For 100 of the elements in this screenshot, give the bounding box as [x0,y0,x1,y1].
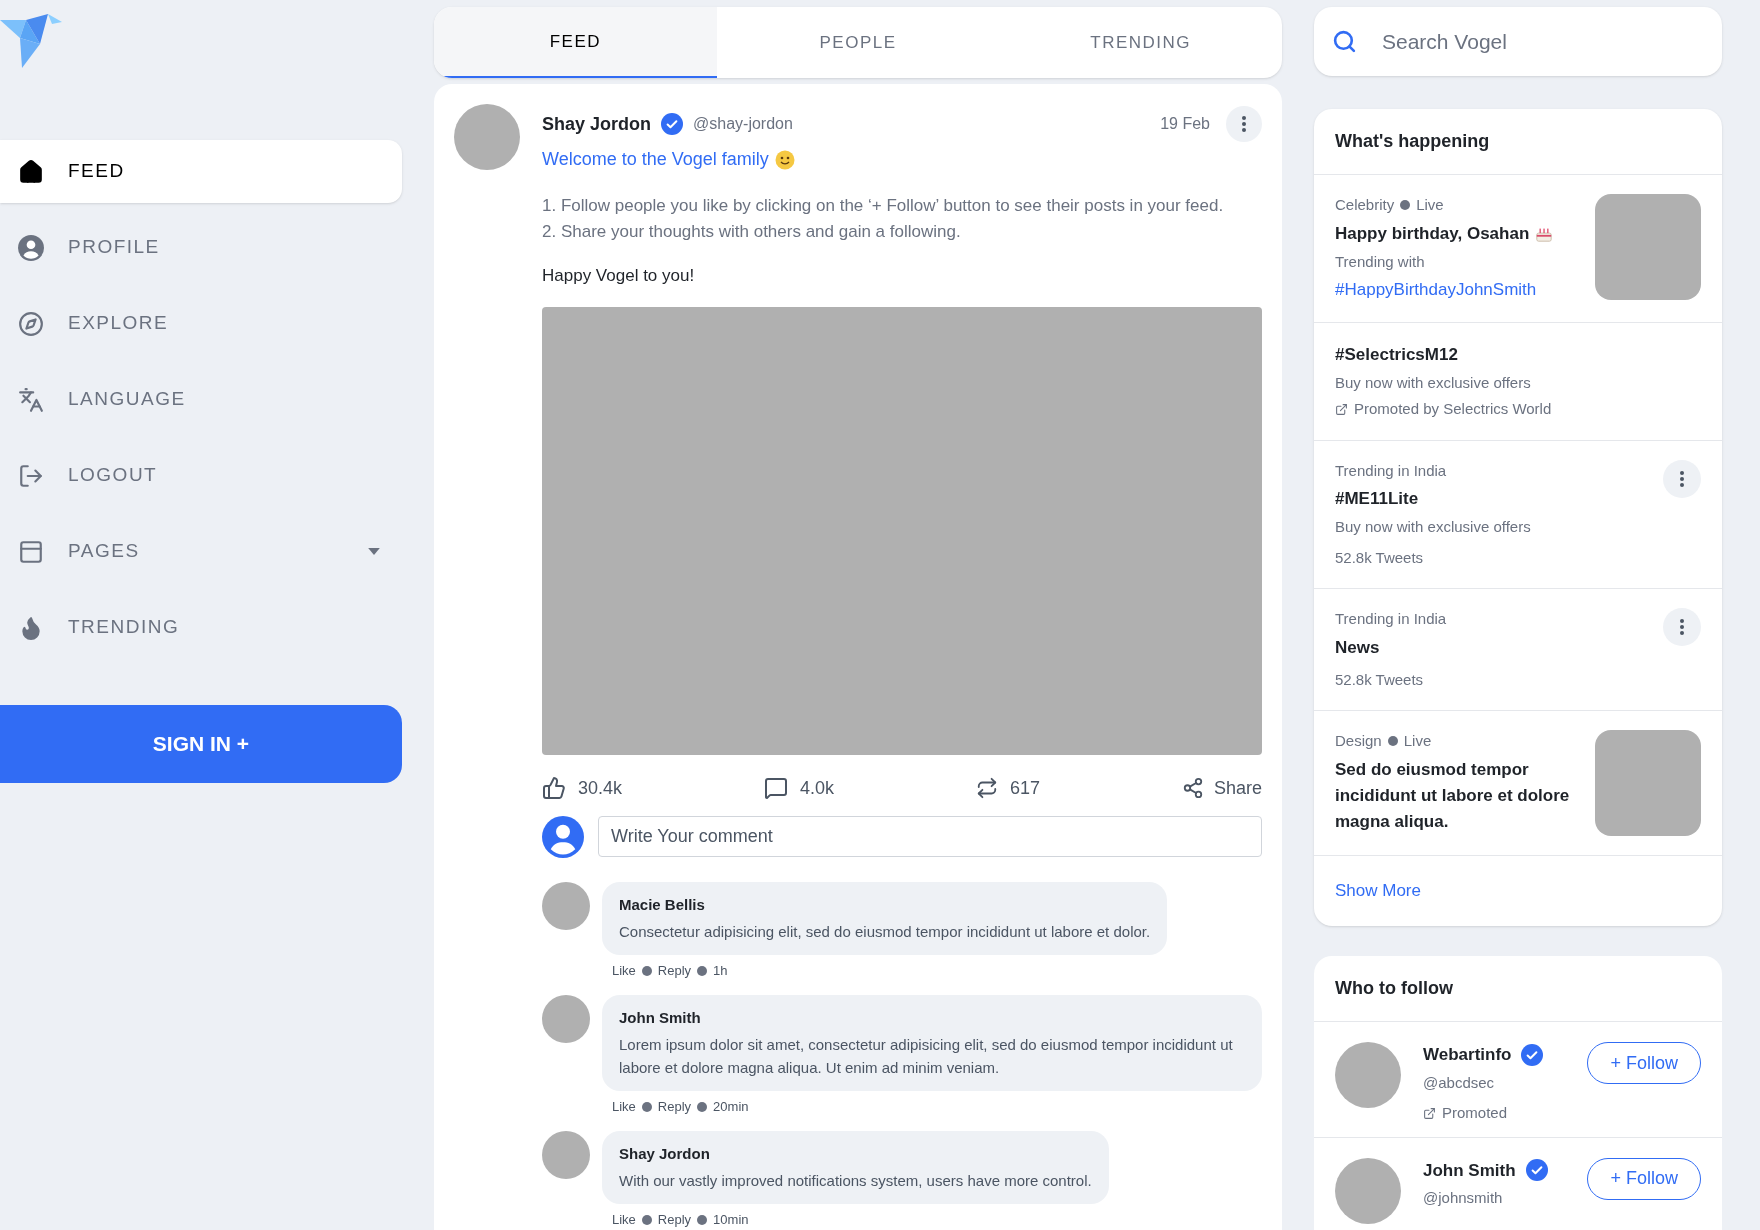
commenter-name: John Smith [619,1007,702,1028]
person-name[interactable]: Webartinfo [1423,1042,1512,1068]
tweet-count: 52.8k Tweets [1335,547,1425,568]
nav-label: LOGOUT [68,463,158,488]
post-text: 2. Share your thoughts with others and gain a following. [542,221,962,243]
show-more-link[interactable]: Show More [1335,878,1421,904]
trend-title: Sed do eiusmod tempor incididunt ut labore et dolore magna aliqua. [1335,758,1571,833]
nav-item[interactable]: LOGOUT [0,444,402,507]
like-button[interactable]: 30.4k [542,774,623,802]
nav-label: PAGES [68,539,140,564]
nav-item[interactable]: PROFILE [0,216,402,279]
trend-subtitle: Buy now with exclusive offers [1335,372,1532,393]
avatar [542,994,590,1043]
dot-separator [697,1101,708,1112]
reply-link[interactable]: Reply [657,961,692,981]
card-title: What's happening [1314,109,1722,175]
trend-title: Happy birthday, Osahan [1335,222,1530,245]
post-headline[interactable]: Welcome to the Vogel family [542,146,769,173]
trend-category: Trending in India [1335,460,1447,481]
repost-icon [975,777,998,799]
comment-time: 20min [713,1098,749,1116]
search-field[interactable]: Search Vogel [1314,7,1722,76]
comment-button[interactable]: 4.0k [764,774,834,802]
dot-separator [697,1214,708,1225]
post-text: 1. Follow people you like by clicking on the ‘+ Follow’ button to see their posts in your feed. [542,195,1225,217]
trend-category: Celebrity [1335,195,1395,215]
comment-time: 10min [713,1211,749,1229]
trend-subtitle: Trending with [1335,251,1426,272]
reply-link[interactable]: Reply [657,1210,692,1230]
more-icon [1680,470,1684,487]
nav-label: LANGUAGE [68,387,186,412]
card-title: Who to follow [1314,956,1722,1022]
smiley-icon [774,149,795,170]
share-icon [1181,777,1204,799]
hashtag-link[interactable]: #HappyBirthdayJohnSmith [1335,277,1583,303]
trend-item[interactable]: Trending in India #ME11Lite Buy now with exclusive offers 52.8k Tweets [1314,440,1722,589]
tab[interactable]: PEOPLE [716,7,1000,78]
more-button[interactable] [1663,608,1701,646]
dot-separator [641,1214,652,1225]
commenter-name: Macie Bellis [619,894,706,915]
tab[interactable]: TRENDING [999,7,1282,78]
author-name[interactable]: Shay Jordon [542,110,652,138]
nav-label: FEED [68,159,125,184]
person-name[interactable]: John Smith [1423,1157,1516,1183]
trend-item[interactable]: Design Live Sed do eiusmod tempor incididunt ut labore et dolore magna aliqua. [1314,711,1722,856]
dot-separator [641,965,652,976]
like-link[interactable]: Like [612,1097,636,1117]
trend-category: Design [1335,731,1382,751]
promoted-label: Promoted by Selectrics World [1354,399,1552,419]
comment-icon [764,776,788,800]
like-link[interactable]: Like [612,961,636,981]
trend-category: Trending in India [1335,609,1447,629]
dot-separator [1387,736,1398,747]
author-handle: @shay-jordon [693,114,793,134]
comment-text: With our vastly improved notifications system, users have more control. [619,1171,1092,1191]
search-icon [1332,29,1357,54]
comment-text: Consectetur adipisicing elit, sed do eiusmod tempor incididunt ut labore et dolor. [619,922,1151,942]
more-button[interactable] [1226,106,1262,142]
reply-link[interactable]: Reply [657,1097,692,1117]
trend-status: Live [1403,731,1432,751]
thumbs-up-icon [542,776,566,800]
browser-icon [18,538,44,565]
nav-label: EXPLORE [68,311,169,336]
trend-item[interactable]: Celebrity Live Happy birthday, Osahan Trending with #HappyBirthdayJohnSmith [1314,175,1722,323]
nav-item[interactable]: TRENDING [0,596,402,659]
more-button[interactable] [1663,459,1701,498]
trend-title: News [1335,636,1380,659]
comment-text: Lorem ipsum dolor sit amet, consectetur adipisicing elit, sed do eiusmod tempor incididunt ut labore et dolore magna aliqua. Ut enim ad minim veniam. [619,1035,1234,1078]
tab[interactable]: FEED [434,7,717,78]
post-text: Happy Vogel to you! [542,265,696,287]
dot-separator [1400,200,1411,211]
share-button[interactable]: Share [1181,774,1262,802]
more-icon [1680,619,1684,635]
person-handle: @johnsmith [1423,1188,1504,1208]
dot-separator [697,965,708,976]
caret-icon [368,548,380,555]
external-link-icon [1335,402,1348,416]
like-link[interactable]: Like [612,1210,636,1230]
nav-item[interactable]: PAGES [0,520,402,583]
sign-in-button[interactable]: SIGN IN + [0,705,402,783]
translate-icon [18,386,44,413]
trend-status: Live [1416,195,1444,215]
nav-label: TRENDING [68,615,180,640]
user-icon [542,815,584,858]
repost-button[interactable]: 617 [975,774,1040,802]
comment-field[interactable]: Write Your comment [598,816,1262,857]
compass-icon [18,310,44,337]
nav-item[interactable]: LANGUAGE [0,368,402,431]
promoted-label: Promoted [1442,1103,1508,1123]
nav-item[interactable]: EXPLORE [0,292,402,355]
trend-item[interactable]: #SelectricsM12 Buy now with exclusive offers Promoted by Selectrics World [1314,322,1722,441]
external-link-icon [1423,1106,1436,1120]
user-icon [18,234,44,261]
trend-item[interactable]: Trending in India News 52.8k Tweets [1314,589,1722,711]
nav-item[interactable]: FEED [0,140,402,203]
trend-title: #SelectricsM12 [1335,343,1458,366]
person-handle: @abcdsec [1423,1072,1496,1093]
commenter-name: Shay Jordon [619,1143,711,1164]
avatar [542,1130,590,1179]
logout-icon [18,462,44,489]
